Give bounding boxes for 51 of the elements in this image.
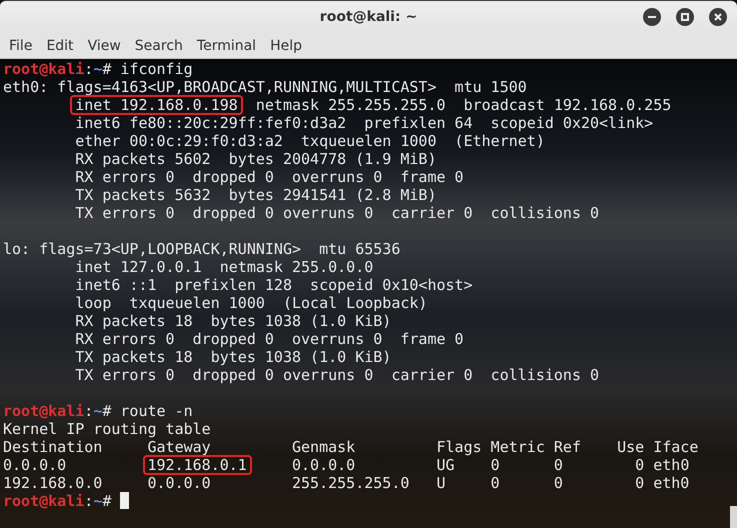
prompt-separator: : xyxy=(84,492,94,510)
menu-item[interactable]: Terminal xyxy=(190,36,264,56)
prompt-symbol: # xyxy=(102,60,112,78)
prompt-user: root@kali xyxy=(3,492,84,510)
prompt-path: ~ xyxy=(93,402,102,420)
prompt-path: ~ xyxy=(93,60,102,78)
close-button[interactable] xyxy=(709,8,727,26)
output-text: Kernel IP routing table xyxy=(3,420,211,438)
prompt-path: ~ xyxy=(93,492,102,510)
minimize-icon xyxy=(648,13,656,21)
output-text: loop txqueuelen 1000 (Local Loopback) xyxy=(74,294,428,312)
output-text: 0.0.0.0 UG 0 0 0 eth0 xyxy=(290,456,690,474)
menu-item[interactable]: File xyxy=(2,36,40,56)
window-title: root@kali: ~ xyxy=(320,9,418,25)
output-text: RX errors 0 dropped 0 overruns 0 frame 0 xyxy=(74,168,464,186)
menu-item[interactable]: Help xyxy=(263,36,309,56)
close-icon xyxy=(714,13,722,21)
maximize-button[interactable] xyxy=(676,8,694,26)
scrollbar[interactable] xyxy=(730,506,737,528)
output-text: RX packets 18 bytes 1038 (1.0 KiB) xyxy=(74,312,392,330)
prompt-user: root@kali xyxy=(3,60,84,78)
command-text: route -n xyxy=(119,402,193,420)
output-text: eth0: flags=4163<UP,BROADCAST,RUNNING,MULTICAST> mtu 1500 xyxy=(3,78,527,96)
output-text: Destination Gateway Genmask Flags Metric Ref Use Iface xyxy=(3,438,698,456)
output-text: inet6 fe80::20c:29ff:fef0:d3a2 prefixlen 64 scopeid 0x20<link> xyxy=(74,114,654,132)
output-text: lo: flags=73<UP,LOOPBACK,RUNNING> mtu 65536 xyxy=(3,240,400,258)
output-text: ether 00:0c:29:f0:d3:a2 txqueuelen 1000 (Ethernet) xyxy=(74,132,545,150)
menu-item[interactable]: Edit xyxy=(39,36,81,56)
output-text: TX errors 0 dropped 0 overruns 0 carrier 0 collisions 0 xyxy=(74,204,600,222)
menu-item[interactable]: Search xyxy=(128,36,190,56)
highlighted-text: inet 192.168.0.198 xyxy=(70,95,243,115)
prompt-symbol: # xyxy=(102,492,112,510)
output-text: 0.0.0.0 xyxy=(3,456,68,474)
output-text: RX errors 0 dropped 0 overruns 0 frame 0 xyxy=(74,330,464,348)
maximize-icon xyxy=(681,13,689,21)
output-text: inet 127.0.0.1 netmask 255.0.0.0 xyxy=(74,258,374,276)
menu-item[interactable]: View xyxy=(80,36,128,56)
output-text: inet6 ::1 prefixlen 128 scopeid 0x10<host> xyxy=(74,276,473,294)
highlighted-text: 192.168.0.1 xyxy=(142,455,252,475)
output-text: TX packets 5632 bytes 2941541 (2.8 MiB) xyxy=(74,186,436,204)
output-text: TX errors 0 dropped 0 overruns 0 carrier 0 collisions 0 xyxy=(74,366,600,384)
output-text: 192.168.0.0 0.0.0.0 255.255.255.0 U 0 0 0 eth0 xyxy=(3,474,690,492)
prompt-user: root@kali xyxy=(3,402,84,420)
prompt-symbol: # xyxy=(102,402,112,420)
output-text: netmask 255.255.255.0 broadcast 192.168.0.255 xyxy=(254,96,672,114)
minimize-button[interactable] xyxy=(643,8,661,26)
prompt-separator: : xyxy=(84,402,94,420)
output-text: TX packets 18 bytes 1038 (1.0 KiB) xyxy=(74,348,392,366)
command-text: ifconfig xyxy=(119,60,193,78)
output-text: RX packets 5602 bytes 2004778 (1.9 MiB) xyxy=(74,150,436,168)
prompt-separator: : xyxy=(84,60,94,78)
